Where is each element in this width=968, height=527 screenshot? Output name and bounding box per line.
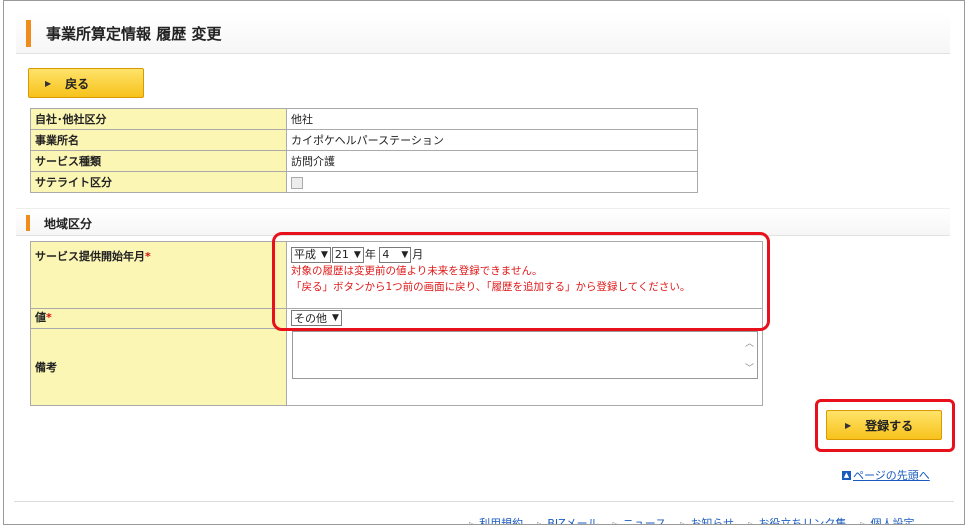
arrow-up-icon: ▲ <box>842 470 851 480</box>
register-button-label: 登録する <box>865 418 914 433</box>
info-value: 他社 <box>286 108 698 130</box>
triangle-right-icon: ▷ <box>612 520 619 525</box>
info-label: サービス種類 <box>30 150 287 172</box>
start-date-cell: 平成 ▼ 21 ▼ 年 4 ▼ 月 対象の履歴は変更前の値より未来を登録できません。 「戻… <box>286 241 763 309</box>
triangle-right-icon: ▷ <box>680 520 687 525</box>
arrow-right-icon: ▶ <box>845 420 852 430</box>
table-row: サービス種類 訪問介護 <box>30 150 698 172</box>
info-value <box>286 171 698 193</box>
footer: ▷ 利用規約 ▷ BIZメール ▷ ニュース ▷ お知らせ ▷ お役立ちリンク集 ▷ 個人設… <box>14 501 954 525</box>
footer-link[interactable]: ▷ お知らせ <box>680 515 734 525</box>
scroll-up-icon[interactable]: ︿ <box>745 336 754 349</box>
footer-link[interactable]: ▷ お役立ちリンク集 <box>748 515 846 525</box>
table-row: サービス提供開始年月* 平成 ▼ 21 ▼ 年 4 ▼ 月 対象の履歴は変更前の値より未来… <box>30 241 763 309</box>
header-accent <box>26 20 31 47</box>
satellite-checkbox <box>291 176 303 189</box>
section-header: 地域区分 <box>16 208 950 236</box>
triangle-right-icon: ▷ <box>860 520 867 525</box>
chevron-down-icon: ▼ <box>401 250 409 260</box>
value-cell: その他 ▼ <box>286 308 763 329</box>
back-button[interactable]: ▶ 戻る <box>28 68 144 98</box>
footer-link[interactable]: ▷ ニュース <box>612 515 667 525</box>
footer-link[interactable]: ▷ 利用規約 <box>469 515 523 525</box>
required-mark: * <box>46 311 52 324</box>
required-mark: * <box>145 250 151 263</box>
info-value: カイポケヘルパーステーション <box>286 129 698 151</box>
arrow-right-icon: ▶ <box>45 78 52 88</box>
month-select[interactable]: 4 ▼ <box>379 247 412 263</box>
section-title: 地域区分 <box>44 217 93 231</box>
region-form-table: サービス提供開始年月* 平成 ▼ 21 ▼ 年 4 ▼ 月 対象の履歴は変更前の値より未来… <box>30 241 763 406</box>
info-label: 自社･他社区分 <box>30 108 287 130</box>
back-button-label: 戻る <box>65 76 90 91</box>
scroll-down-icon[interactable]: ﹀ <box>745 361 754 374</box>
chevron-down-icon: ▼ <box>321 250 328 260</box>
note-label: 備考 <box>30 328 287 406</box>
page-top-link[interactable]: ▲ ページの先頭へ <box>842 467 930 483</box>
year-unit: 年 <box>364 248 376 261</box>
era-select[interactable]: 平成 ▼ <box>291 247 331 263</box>
table-row: サテライト区分 <box>30 171 698 193</box>
table-row: 値* その他 ▼ <box>30 308 763 329</box>
footer-link[interactable]: ▷ BIZメール <box>537 515 598 525</box>
page-header: 事業所算定情報 履歴 変更 <box>16 13 950 54</box>
note-textarea[interactable]: ︿ ﹀ <box>292 331 758 379</box>
value-select[interactable]: その他 ▼ <box>291 310 342 326</box>
start-date-label: サービス提供開始年月* <box>30 241 287 309</box>
error-message-1: 対象の履歴は変更前の値より未来を登録できません。 <box>291 265 543 277</box>
section-accent <box>26 215 30 231</box>
chevron-down-icon: ▼ <box>332 313 339 323</box>
page-title: 事業所算定情報 履歴 変更 <box>46 25 222 43</box>
office-info-table: 自社･他社区分 他社 事業所名 カイポケヘルパーステーション サービス種類 訪問… <box>30 108 698 193</box>
chevron-down-icon: ▼ <box>353 250 361 260</box>
table-row: 備考 ︿ ﹀ <box>30 328 763 406</box>
page-frame: 事業所算定情報 履歴 変更 ▶ 戻る 自社･他社区分 他社 事業所名 カイポケヘ… <box>3 0 965 525</box>
info-value: 訪問介護 <box>286 150 698 172</box>
table-row: 自社･他社区分 他社 <box>30 108 698 130</box>
table-row: 事業所名 カイポケヘルパーステーション <box>30 129 698 151</box>
triangle-right-icon: ▷ <box>469 520 476 525</box>
error-message-2: 「戻る」ボタンから1つ前の画面に戻り、「履歴を追加する」から登録してください。 <box>291 281 691 293</box>
year-select[interactable]: 21 ▼ <box>331 247 364 263</box>
triangle-right-icon: ▷ <box>537 520 544 525</box>
note-cell: ︿ ﹀ <box>286 328 763 406</box>
info-label: サテライト区分 <box>30 171 287 193</box>
info-label: 事業所名 <box>30 129 287 151</box>
value-label: 値* <box>30 308 287 329</box>
register-button[interactable]: ▶ 登録する <box>826 410 942 440</box>
month-unit: 月 <box>412 248 424 261</box>
triangle-right-icon: ▷ <box>748 520 755 525</box>
footer-links: ▷ 利用規約 ▷ BIZメール ▷ ニュース ▷ お知らせ ▷ お役立ちリンク集 ▷ 個人設… <box>469 515 929 525</box>
footer-link[interactable]: ▷ 個人設定 <box>860 515 914 525</box>
